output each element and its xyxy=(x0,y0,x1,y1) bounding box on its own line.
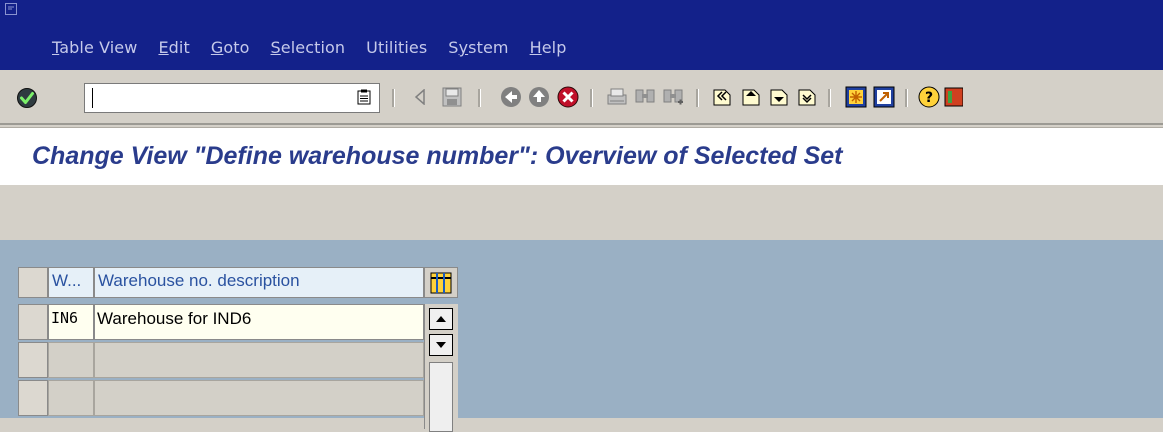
menu-bar: Table View Edit Goto Selection Utilities… xyxy=(0,0,1163,70)
cell-warehouse-number[interactable] xyxy=(48,380,94,416)
command-history-icon[interactable] xyxy=(353,85,375,109)
command-field[interactable] xyxy=(84,83,380,113)
exit-icon[interactable] xyxy=(528,85,550,109)
cancel-icon[interactable] xyxy=(557,85,579,109)
enter-icon[interactable] xyxy=(16,87,38,109)
system-menu-icon[interactable] xyxy=(5,3,17,15)
menu-utilities[interactable]: Utilities xyxy=(366,38,427,57)
column-header-warehouse-number[interactable]: W... xyxy=(48,267,94,298)
menu-table-view[interactable]: Table View xyxy=(52,38,137,57)
first-page-icon[interactable] xyxy=(711,85,733,109)
previous-page-icon[interactable] xyxy=(740,85,762,109)
row-selector[interactable] xyxy=(18,304,48,340)
table-settings-icon[interactable] xyxy=(424,267,458,298)
print-icon[interactable] xyxy=(606,85,628,109)
save-icon[interactable] xyxy=(441,85,463,109)
help-icon[interactable]: ? xyxy=(918,85,940,109)
menu-help[interactable]: Help xyxy=(530,38,567,57)
next-page-icon[interactable] xyxy=(768,85,790,109)
cell-description[interactable] xyxy=(94,342,424,378)
scroll-thumb[interactable] xyxy=(429,362,453,432)
text-caret xyxy=(92,88,93,108)
cell-description[interactable] xyxy=(94,380,424,416)
page-title: Change View "Define warehouse number": O… xyxy=(32,142,843,170)
cell-description[interactable]: Warehouse for IND6 xyxy=(94,304,424,340)
column-header-description[interactable]: Warehouse no. description xyxy=(94,267,424,298)
create-session-icon[interactable] xyxy=(845,85,867,109)
title-area: Change View "Define warehouse number": O… xyxy=(0,127,1163,186)
scroll-down-button[interactable] xyxy=(429,334,453,356)
menu-system[interactable]: System xyxy=(448,38,508,57)
standard-toolbar: ? xyxy=(0,70,1163,125)
create-shortcut-icon[interactable] xyxy=(873,85,895,109)
cell-warehouse-number[interactable]: IN6 xyxy=(48,304,94,340)
table-control: W... Warehouse no. description IN6 Wareh… xyxy=(18,267,458,432)
back-arrow-icon[interactable] xyxy=(409,85,431,109)
row-selector[interactable] xyxy=(18,342,48,378)
menu-selection[interactable]: Selection xyxy=(271,38,346,57)
scroll-up-button[interactable] xyxy=(429,308,453,330)
content-area: W... Warehouse no. description IN6 Wareh… xyxy=(0,240,1163,432)
select-all-cell[interactable] xyxy=(18,267,48,298)
row-selector[interactable] xyxy=(18,380,48,416)
find-icon[interactable] xyxy=(634,85,656,109)
svg-text:?: ? xyxy=(925,90,933,106)
find-next-icon[interactable] xyxy=(662,85,684,109)
menu-edit[interactable]: Edit xyxy=(158,38,189,57)
menu-goto[interactable]: Goto xyxy=(211,38,250,57)
cell-warehouse-number[interactable] xyxy=(48,342,94,378)
back-icon[interactable] xyxy=(500,85,522,109)
application-toolbar xyxy=(0,185,1163,240)
layout-menu-icon[interactable] xyxy=(943,85,963,109)
last-page-icon[interactable] xyxy=(796,85,818,109)
menu: Table View Edit Goto Selection Utilities… xyxy=(52,38,587,57)
